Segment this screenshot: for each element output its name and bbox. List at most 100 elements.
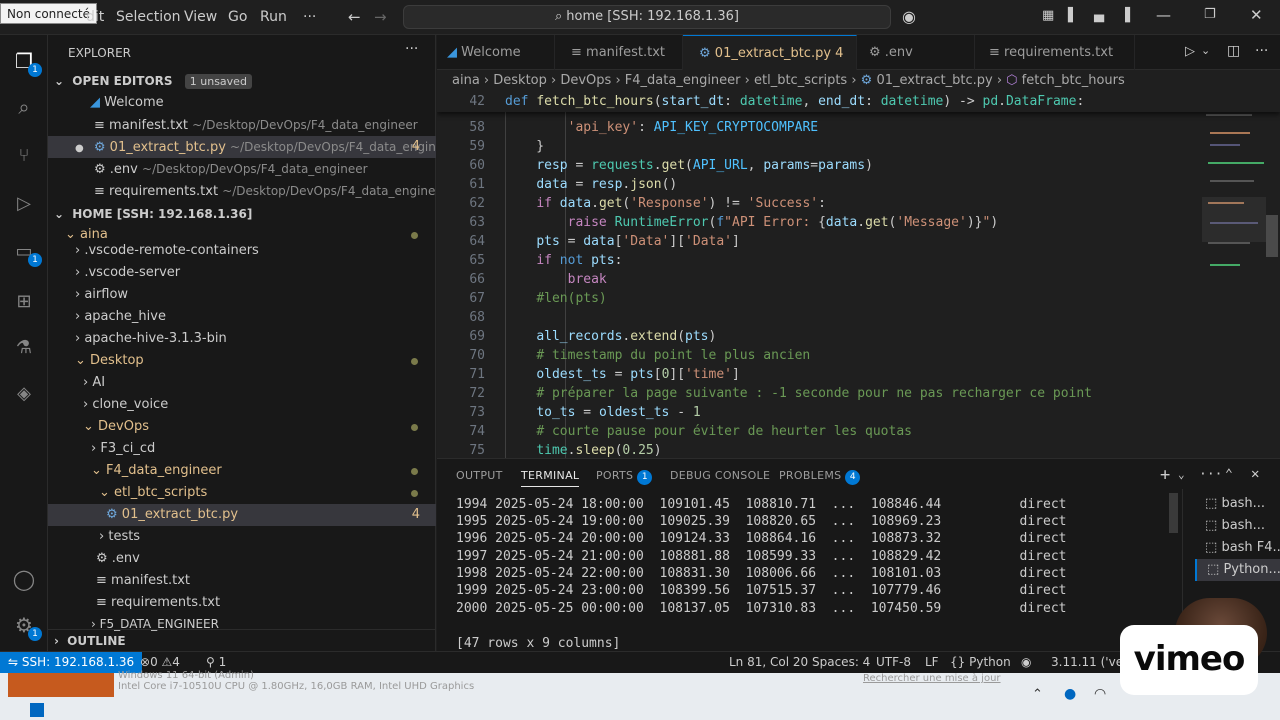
tree-item[interactable]: › clone_voice	[48, 394, 436, 416]
chevron-down-icon[interactable]: ⌄	[1178, 468, 1185, 481]
open-editor-item[interactable]: ◢ Welcome	[48, 92, 436, 114]
open-editor-item[interactable]: ≡ manifest.txt ~/Desktop/DevOps/F4_data_…	[48, 114, 436, 136]
panel-more-icon[interactable]: ···	[1199, 467, 1222, 482]
explorer-icon[interactable]: ❐ 1	[10, 47, 42, 77]
eol[interactable]: LF	[925, 652, 939, 673]
panel-tab-output[interactable]: OUTPUT	[456, 469, 503, 482]
encoding[interactable]: UTF-8	[876, 652, 911, 673]
tree-item[interactable]: › .vscode-server	[48, 262, 436, 284]
terminal-session-active[interactable]: ⬚ Python...	[1195, 559, 1280, 581]
back-arrow-icon[interactable]: ←	[348, 8, 361, 26]
chevron-down-icon[interactable]: ⌄	[1201, 44, 1210, 57]
maximize-panel-icon[interactable]: ⌃	[1225, 467, 1233, 482]
run-debug-icon[interactable]: ▷	[10, 189, 38, 217]
tree-item[interactable]: ⌄ DevOps	[48, 416, 436, 438]
tree-item[interactable]: › apache-hive-3.1.3-bin	[48, 328, 436, 350]
breadcrumb-item[interactable]: fetch_btc_hours	[1022, 73, 1125, 88]
menu-more[interactable]: ···	[303, 9, 316, 25]
tree-item[interactable]: ≡ manifest.txt	[48, 570, 436, 592]
forward-arrow-icon[interactable]: →	[374, 8, 387, 26]
source-control-icon[interactable]: ⑂	[10, 141, 38, 169]
wifi-icon[interactable]: ◠	[1094, 686, 1106, 702]
extensions-icon[interactable]: ⊞	[10, 287, 38, 315]
tree-item[interactable]: ⌄ F4_data_engineer	[48, 460, 436, 482]
breadcrumb-item[interactable]: 01_extract_btc.py	[876, 73, 992, 88]
minimap[interactable]	[1202, 92, 1266, 292]
update-link[interactable]: Rechercher une mise à jour	[863, 673, 1001, 684]
copilot-icon[interactable]: ◉	[902, 7, 916, 26]
menu-run[interactable]: Run	[260, 9, 287, 25]
search-view-icon[interactable]: ⌕	[10, 93, 38, 121]
editor-scrollbar-thumb[interactable]	[1266, 215, 1278, 257]
remote-explorer-icon[interactable]: ▭ 1	[10, 237, 42, 267]
tree-item[interactable]: › F3_ci_cd	[48, 438, 436, 460]
close-panel-icon[interactable]: ✕	[1251, 466, 1259, 482]
tab-welcome[interactable]: ◢ Welcome	[437, 35, 555, 70]
explorer-more-icon[interactable]: ···	[405, 41, 418, 57]
tree-item[interactable]: › tests	[48, 526, 436, 548]
panel-tab-problems[interactable]: PROBLEMS 4	[779, 469, 861, 485]
breadcrumb-item[interactable]: F4_data_engineer	[625, 73, 741, 88]
open-editors-header[interactable]: ⌄ OPEN EDITORS 1 unsaved	[48, 70, 436, 92]
sticky-scroll[interactable]: 42 def fetch_btc_hours(start_dt: datetim…	[437, 92, 1280, 112]
close-window-icon[interactable]: ✕	[1250, 6, 1263, 24]
tree-item[interactable]: ⌄ etl_btc_scripts	[48, 482, 436, 504]
tab-manifest[interactable]: ≡ manifest.txt	[555, 35, 683, 70]
account-icon[interactable]: ◯	[10, 565, 38, 593]
command-center-search[interactable]: ⌕ home [SSH: 192.168.1.36]	[403, 5, 891, 29]
tree-item[interactable]: ≡ requirements.txt	[48, 592, 436, 614]
toggle-secondary-sidebar-icon[interactable]: ▐	[1120, 8, 1130, 23]
menu-view[interactable]: View	[184, 9, 217, 25]
open-editor-item[interactable]: ● ⚙ 01_extract_btc.py ~/Desktop/DevOps/F…	[48, 136, 436, 158]
tree-item[interactable]: ⌄ Desktop	[48, 350, 436, 372]
split-editor-icon[interactable]: ◫	[1227, 43, 1240, 59]
language-mode[interactable]: {} Python	[950, 652, 1011, 673]
toggle-panel-icon[interactable]: ▄	[1094, 8, 1104, 23]
tree-item[interactable]: › airflow	[48, 284, 436, 306]
panel-tab-debug-console[interactable]: DEBUG CONSOLE	[670, 469, 770, 482]
home-folder-header[interactable]: ⌄ HOME [SSH: 192.168.1.36]	[48, 203, 436, 225]
menu-selection[interactable]: Selection	[116, 9, 181, 25]
new-terminal-plus-icon[interactable]: +	[1160, 465, 1170, 485]
breadcrumb-item[interactable]: aina	[452, 73, 480, 88]
cursor-position[interactable]: Ln 81, Col 20	[729, 652, 808, 673]
tree-item-selected[interactable]: ⚙ 01_extract_btc.py 4	[48, 504, 436, 526]
breadcrumb-item[interactable]: DevOps	[560, 73, 611, 88]
toggle-sidebar-icon[interactable]: ▌	[1068, 8, 1078, 23]
breadcrumb-item[interactable]: Desktop	[493, 73, 547, 88]
start-icon[interactable]	[30, 703, 44, 717]
outline-header[interactable]: › OUTLINE	[48, 629, 436, 651]
terminal-session[interactable]: ⬚ bash...	[1195, 515, 1280, 537]
tree-item[interactable]: › apache_hive	[48, 306, 436, 328]
settings-gear-icon[interactable]: ⚙ 1	[10, 611, 42, 641]
tree-item[interactable]: › .vscode-remote-containers	[48, 240, 436, 262]
panel-tab-terminal[interactable]: TERMINAL	[521, 469, 580, 487]
testing-icon[interactable]: ⚗	[10, 333, 38, 361]
python-icon[interactable]: ◈	[10, 379, 38, 407]
terminal-session[interactable]: ⬚ bash F4...	[1195, 537, 1280, 559]
restore-icon[interactable]: ❐	[1204, 7, 1216, 22]
menu-edit[interactable]: dit	[86, 9, 104, 25]
tab-requirements[interactable]: ≡ requirements.txt	[975, 35, 1135, 70]
tab-env[interactable]: ⚙ .env	[857, 35, 975, 70]
customize-layout-icon[interactable]: ▦	[1042, 8, 1054, 23]
breadcrumb-item[interactable]: etl_btc_scripts	[754, 73, 847, 88]
tree-item[interactable]: › AI	[48, 372, 436, 394]
tray-chevron-icon[interactable]: ⌃	[1032, 687, 1043, 702]
microphone-icon[interactable]: ●	[1064, 686, 1076, 702]
tree-item[interactable]: ⚙ .env	[48, 548, 436, 570]
code-editor[interactable]: 42 def fetch_btc_hours(start_dt: datetim…	[437, 92, 1280, 458]
panel-tab-ports[interactable]: PORTS 1	[596, 469, 653, 485]
open-editor-item[interactable]: ⚙ .env ~/Desktop/DevOps/F4_data_engineer	[48, 158, 436, 180]
copilot-status-icon[interactable]: ◉	[1021, 652, 1031, 673]
tab-extract-btc[interactable]: ⚙ 01_extract_btc.py 4 ●	[683, 35, 857, 95]
run-play-icon[interactable]: ▷	[1185, 44, 1195, 59]
terminal-session[interactable]: ⬚ bash...	[1195, 493, 1280, 515]
python-interpreter[interactable]: 3.11.11 ('ven	[1051, 652, 1131, 673]
minimize-icon[interactable]: —	[1156, 6, 1171, 24]
indentation[interactable]: Spaces: 4	[812, 652, 870, 673]
terminal-scrollbar[interactable]	[1169, 493, 1178, 533]
editor-more-icon[interactable]: ···	[1255, 43, 1268, 59]
menu-go[interactable]: Go	[228, 9, 247, 25]
open-editor-item[interactable]: ≡ requirements.txt ~/Desktop/DevOps/F4_d…	[48, 180, 436, 202]
